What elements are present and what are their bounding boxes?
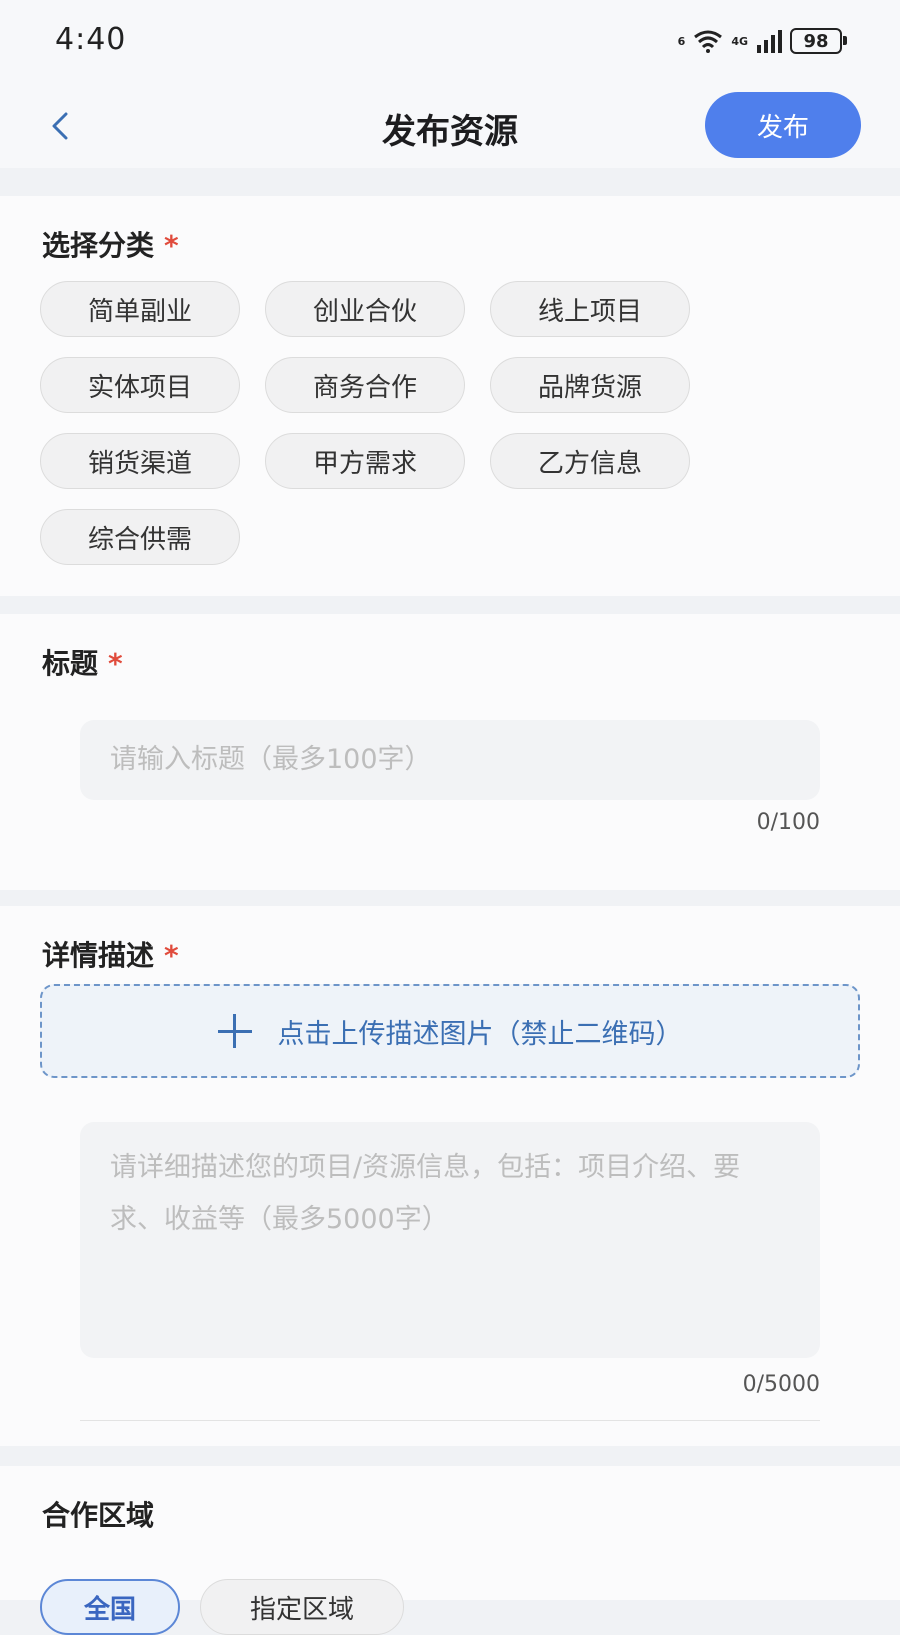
- category-chip[interactable]: 乙方信息: [490, 433, 690, 489]
- sim-indicator: 6: [677, 34, 686, 48]
- category-chip[interactable]: 线上项目: [490, 281, 690, 337]
- title-input-placeholder: 请输入标题（最多100字）: [110, 744, 432, 775]
- title-field-label: 标题: [42, 647, 99, 680]
- category-chip[interactable]: 实体项目: [40, 357, 240, 413]
- category-title: 选择分类 *: [42, 224, 179, 264]
- nav-bar: 发布资源 发布: [0, 84, 900, 168]
- region-option-nationwide[interactable]: 全国: [40, 1579, 180, 1635]
- upload-image-button[interactable]: 点击上传描述图片（禁止二维码）: [40, 984, 860, 1078]
- category-chip[interactable]: 商务合作: [265, 357, 465, 413]
- title-input[interactable]: 请输入标题（最多100字）: [80, 720, 820, 800]
- title-field-title: 标题 *: [42, 642, 123, 682]
- description-placeholder: 请详细描述您的项目/资源信息，包括：项目介绍、要求、收益等（最多5000字）: [110, 1152, 741, 1235]
- description-textarea[interactable]: 请详细描述您的项目/资源信息，包括：项目介绍、要求、收益等（最多5000字）: [80, 1122, 820, 1358]
- category-chip[interactable]: 综合供需: [40, 509, 240, 565]
- description-section: 详情描述 * 点击上传描述图片（禁止二维码） 请详细描述您的项目/资源信息，包括：…: [0, 906, 900, 1446]
- status-icons: 6 4G 98: [677, 26, 847, 56]
- description-title: 详情描述 *: [42, 934, 179, 974]
- status-time: 4:40: [55, 22, 127, 57]
- category-chip[interactable]: 品牌货源: [490, 357, 690, 413]
- status-bar: 4:40 6 4G 98: [0, 0, 900, 84]
- category-chip[interactable]: 甲方需求: [265, 433, 465, 489]
- network-type: 4G: [731, 34, 748, 48]
- wifi-icon: [694, 30, 723, 53]
- signal-icon: [757, 30, 782, 53]
- category-section: 选择分类 * 简单副业 创业合伙 线上项目 实体项目 商务合作 品牌货源 销货渠道…: [0, 196, 900, 596]
- description-char-counter: 0/5000: [742, 1372, 820, 1397]
- region-option-specified[interactable]: 指定区域: [200, 1579, 404, 1635]
- required-mark: *: [164, 229, 179, 262]
- category-chip[interactable]: 创业合伙: [265, 281, 465, 337]
- plus-icon: [217, 1014, 252, 1048]
- description-label: 详情描述: [42, 939, 155, 972]
- upload-image-label: 点击上传描述图片（禁止二维码）: [277, 1018, 683, 1050]
- title-char-counter: 0/100: [756, 810, 820, 835]
- category-label: 选择分类: [42, 229, 155, 262]
- divider: [80, 1420, 820, 1421]
- category-chip[interactable]: 销货渠道: [40, 433, 240, 489]
- required-mark: *: [108, 647, 123, 680]
- title-section: 标题 * 请输入标题（最多100字） 0/100: [0, 614, 900, 890]
- battery-icon: 98: [790, 28, 847, 54]
- battery-level: 98: [803, 30, 829, 52]
- category-chip[interactable]: 简单副业: [40, 281, 240, 337]
- region-section: 合作区域 全国 指定区域: [0, 1466, 900, 1635]
- publish-button[interactable]: 发布: [705, 92, 861, 158]
- region-title: 合作区域: [42, 1499, 155, 1532]
- required-mark: *: [164, 939, 179, 972]
